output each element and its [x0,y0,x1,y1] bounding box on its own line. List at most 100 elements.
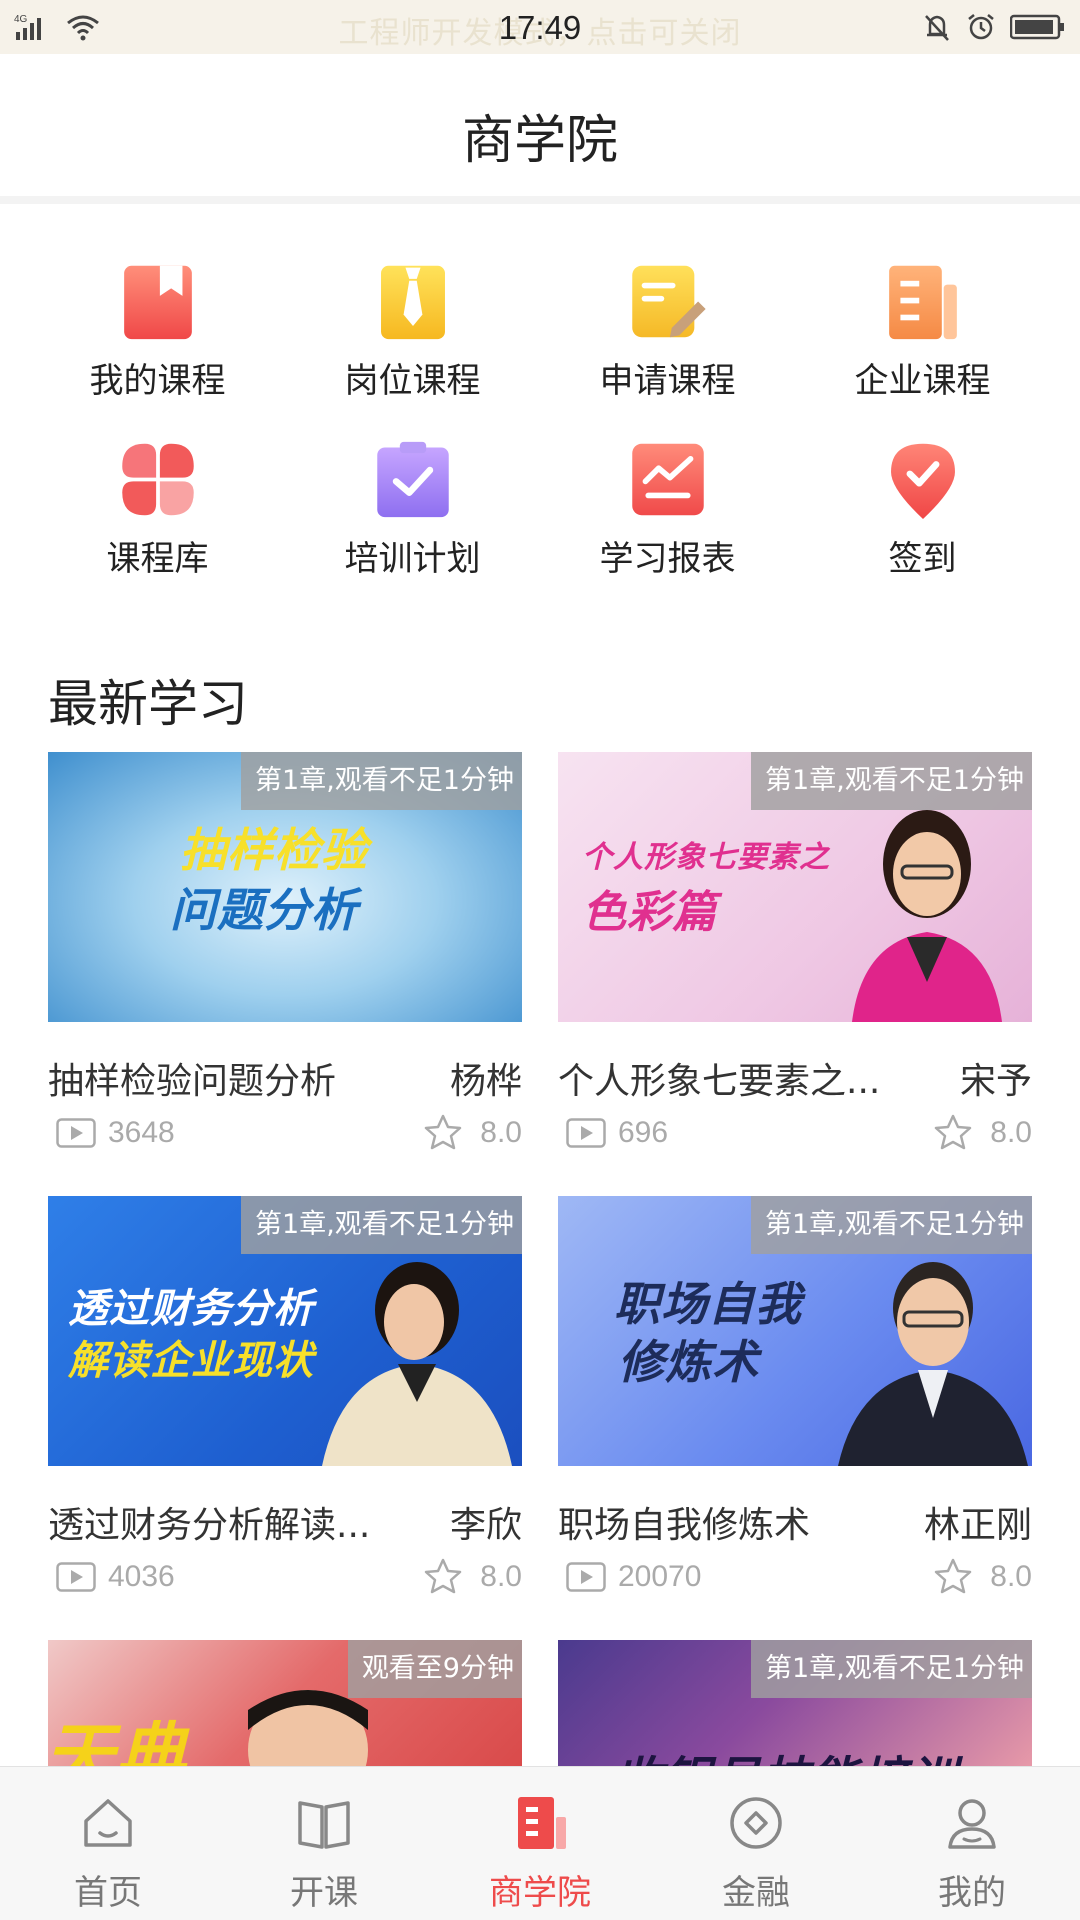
menu-label: 申请课程 [599,361,736,401]
tab-label: 商学院 [489,1873,591,1913]
open-book-icon [298,1801,350,1849]
page-title: 商学院 [461,111,618,171]
thumb-title-line1: 透过财务分析 [68,1286,314,1332]
quick-menu: 我的课程 岗位课程 申请课程 企业课程 课程库 培训计划 学习报表 签到 [30,262,1050,580]
tie-icon [380,265,445,340]
view-count: 3648 [108,1116,175,1149]
tab-finance[interactable]: 金融 [648,1767,864,1920]
progress-badge: 第1章,观看不足1分钟 [241,1196,522,1254]
thumb-title-line2: 问题分析 [170,883,358,937]
progress-badge: 第1章,观看不足1分钟 [241,752,522,810]
course-teacher: 林正刚 [923,1505,1032,1546]
thumb-title-line2: 解读企业现状 [68,1338,314,1384]
course-title: 透过财务分析解读... [48,1505,371,1546]
course-card[interactable]: 职场自我 修炼术 第1章,观看不足1分钟 职场自我修炼术 林正刚 20070 8… [558,1196,1032,1594]
bookmark-icon [123,265,192,340]
thumb-title-line2: 修炼术 [618,1335,759,1389]
section-title-latest: 最新学习 [48,675,248,733]
thumb-title-line1: 个人形象七要素之 [582,840,830,875]
tab-home[interactable]: 首页 [0,1767,216,1920]
menu-label: 签到 [888,539,957,579]
battery-icon [1010,14,1064,40]
view-count: 20070 [618,1560,702,1593]
play-count-icon [566,1562,606,1592]
menu-label: 岗位课程 [344,361,481,401]
menu-enterprise-courses[interactable]: 企业课程 [795,262,1050,402]
finance-icon [730,1797,782,1849]
course-card[interactable]: 个人形象七要素之 色彩篇 第1章,观看不足1分钟 个人形象七要素之... 宋予 … [558,752,1032,1150]
alarm-icon [968,14,994,40]
menu-my-courses[interactable]: 我的课程 [30,262,285,402]
view-count: 696 [618,1116,669,1149]
menu-job-courses[interactable]: 岗位课程 [285,262,540,402]
clipboard-check-icon [376,441,449,518]
course-list: 抽样检验 问题分析 第1章,观看不足1分钟 抽样检验问题分析 杨桦 3648 8… [48,752,1032,1770]
progress-badge: 观看至9分钟 [347,1640,522,1698]
user-icon [948,1799,996,1849]
course-title: 抽样检验问题分析 [48,1061,337,1102]
bell-muted-icon [925,15,949,41]
building-icon [518,1797,566,1849]
grid-petals-icon [121,443,194,516]
course-title: 职场自我修炼术 [558,1505,811,1546]
tab-mine[interactable]: 我的 [864,1767,1080,1920]
menu-check-in[interactable]: 签到 [795,440,1050,580]
status-time: 17:49 [498,9,582,46]
course-thumbnail[interactable]: 天典 观看至9分钟 [48,1640,522,1770]
course-card[interactable]: 收银员技能培训 第1章,观看不足1分钟 [558,1640,1032,1770]
tab-label: 我的 [938,1873,1006,1913]
location-check-icon [890,443,955,519]
app-header: 商学院 [0,54,1080,204]
bottom-tab-bar: 首页 开课 商学院 金融 我的 [0,1766,1080,1920]
course-thumbnail[interactable]: 职场自我 修炼术 第1章,观看不足1分钟 [558,1196,1032,1466]
menu-label: 课程库 [106,539,209,579]
tab-label: 开课 [290,1873,358,1913]
instructor-photo [248,1690,368,1770]
play-count-icon [56,1562,96,1592]
star-icon [934,1558,972,1594]
document-icon [888,265,957,340]
menu-learning-report[interactable]: 学习报表 [540,440,795,580]
instructor-photo [852,810,1002,1022]
course-card[interactable]: 抽样检验 问题分析 第1章,观看不足1分钟 抽样检验问题分析 杨桦 3648 8… [48,752,522,1150]
course-thumbnail[interactable]: 透过财务分析 解读企业现状 第1章,观看不足1分钟 [48,1196,522,1466]
course-rating: 8.0 [480,1560,522,1593]
course-rating: 8.0 [990,1116,1032,1149]
tab-label: 首页 [74,1873,142,1913]
course-card[interactable]: 天典 观看至9分钟 [48,1640,522,1770]
course-card[interactable]: 透过财务分析 解读企业现状 第1章,观看不足1分钟 透过财务分析解读... 李欣… [48,1196,522,1594]
course-title: 个人形象七要素之... [558,1061,881,1102]
course-thumbnail[interactable]: 收银员技能培训 第1章,观看不足1分钟 [558,1640,1032,1770]
thumb-title-line1: 天典 [48,1715,186,1770]
menu-course-library[interactable]: 课程库 [30,440,285,580]
thumb-title-line2: 色彩篇 [582,887,717,938]
progress-badge: 第1章,观看不足1分钟 [751,752,1032,810]
thumb-title-line1: 抽样检验 [180,823,368,877]
course-teacher: 杨桦 [449,1061,522,1102]
tab-open-course[interactable]: 开课 [216,1767,432,1920]
status-bar: 4G 工程师开发模式，点击可关闭 17:49 [0,0,1080,54]
menu-label: 学习报表 [599,539,736,579]
menu-apply-courses[interactable]: 申请课程 [540,262,795,402]
menu-training-plan[interactable]: 培训计划 [285,440,540,580]
progress-badge: 第1章,观看不足1分钟 [751,1640,1032,1698]
instructor-photo [838,1262,1028,1466]
report-chart-icon [631,443,704,516]
thumb-title-line1: 职场自我 [614,1277,802,1331]
tab-business-school[interactable]: 商学院 [432,1767,648,1920]
play-count-icon [56,1118,96,1148]
star-icon [934,1114,972,1150]
star-icon [424,1114,462,1150]
play-count-icon [566,1118,606,1148]
course-rating: 8.0 [480,1116,522,1149]
tab-label: 金融 [722,1873,790,1913]
course-teacher: 李欣 [449,1505,522,1546]
view-count: 4036 [108,1560,175,1593]
course-thumbnail[interactable]: 抽样检验 问题分析 第1章,观看不足1分钟 [48,752,522,1022]
course-thumbnail[interactable]: 个人形象七要素之 色彩篇 第1章,观看不足1分钟 [558,752,1032,1022]
course-teacher: 宋予 [959,1061,1032,1102]
instructor-photo [322,1262,512,1466]
star-icon [424,1558,462,1594]
course-rating: 8.0 [990,1560,1032,1593]
menu-label: 我的课程 [89,361,226,401]
